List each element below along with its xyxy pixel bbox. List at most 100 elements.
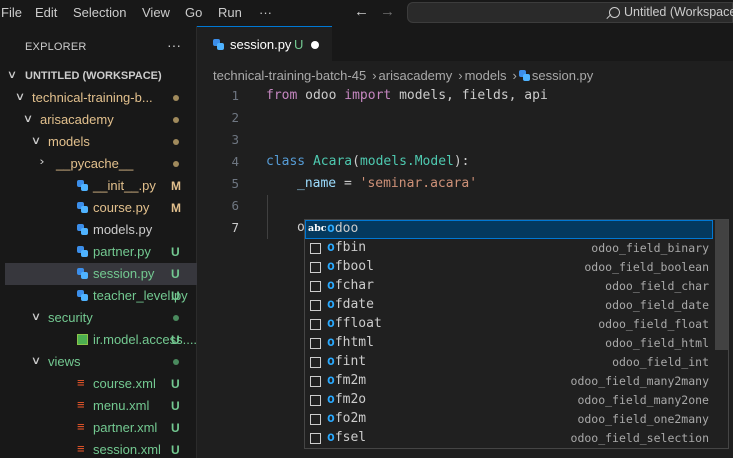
suggestion-item[interactable]: ofhtml odoo_field_html xyxy=(305,334,713,353)
explorer-sidebar: EXPLORER ··· ∨ UNTITLED (WORKSPACE) ∨ techn… xyxy=(0,26,197,458)
text-icon: abc xyxy=(308,223,327,234)
line-number: 4 xyxy=(231,154,239,169)
tree-item[interactable]: ≡ menu.xml U xyxy=(5,395,197,417)
python-icon xyxy=(77,224,88,235)
search-text: Untitled (Workspace) xyxy=(624,5,733,19)
forward-arrow-icon[interactable]: → xyxy=(380,3,395,20)
tree-item[interactable]: ≡ partner.xml U xyxy=(5,417,197,439)
snippet-icon xyxy=(310,395,321,406)
tree-item[interactable]: session.py U xyxy=(5,263,197,285)
tree-item-label: views xyxy=(48,354,81,369)
suggestion-item[interactable]: ofdate odoo_field_date xyxy=(305,296,713,315)
git-status-dot xyxy=(173,117,179,123)
chevron-down-icon: ∨ xyxy=(6,69,18,81)
tree-item[interactable]: ∨ arisacademy xyxy=(5,109,197,131)
more-actions-icon[interactable]: ··· xyxy=(167,37,181,53)
tree-item[interactable]: ∨ security xyxy=(5,307,197,329)
git-status-dot xyxy=(173,315,179,321)
scrollbar[interactable] xyxy=(715,220,728,350)
suggestion-detail: odoo_field_selection xyxy=(570,431,709,445)
chevron-down-icon: ∨ xyxy=(22,113,34,125)
menu-edit[interactable]: Edit xyxy=(35,5,57,20)
code-line: 3 xyxy=(197,129,733,151)
git-status-dot xyxy=(173,139,179,145)
suggestion-item[interactable]: ofchar odoo_field_char xyxy=(305,277,713,296)
breadcrumb-item[interactable]: models xyxy=(465,68,507,83)
menu-selection[interactable]: Selection xyxy=(73,5,126,20)
git-status-badge: U xyxy=(171,333,180,347)
tab-session-py[interactable]: session.py U xyxy=(197,26,332,61)
chevron-right-icon: › xyxy=(39,156,45,168)
tree-item[interactable]: teacher_level.py U xyxy=(5,285,197,307)
suggestion-label: ofbool xyxy=(327,259,374,274)
tree-item[interactable]: course.py M xyxy=(5,197,197,219)
git-status-badge: U xyxy=(171,377,180,391)
suggestion-item[interactable]: ofbool odoo_field_boolean xyxy=(305,258,713,277)
tree-item[interactable]: __init__.py M xyxy=(5,175,197,197)
tree-item-label: UNTITLED (WORKSPACE) xyxy=(25,70,162,82)
back-arrow-icon[interactable]: ← xyxy=(354,3,369,20)
xml-icon: ≡ xyxy=(77,419,85,434)
suggestion-item[interactable]: ofm2m odoo_field_many2many xyxy=(305,372,713,391)
tree-item[interactable]: ∨ views xyxy=(5,351,197,373)
snippet-icon xyxy=(310,281,321,292)
explorer-title: EXPLORER xyxy=(25,41,87,53)
tree-item-label: technical-training-b... xyxy=(32,90,153,105)
line-text: from odoo import models, fields, api xyxy=(266,88,548,103)
menu-more[interactable]: ··· xyxy=(259,5,272,20)
chevron-down-icon: ∨ xyxy=(30,135,42,147)
tree-item[interactable]: ∨ technical-training-b... xyxy=(5,87,197,109)
chevron-right-icon: › xyxy=(458,68,463,83)
suggestion-widget[interactable]: abc odoo ofbin odoo_field_binary ofbool odoo_… xyxy=(304,219,729,449)
breadcrumb-item[interactable]: session.py xyxy=(532,68,593,83)
suggestion-item[interactable]: ofbin odoo_field_binary xyxy=(305,239,713,258)
chevron-down-icon: ∨ xyxy=(30,355,42,367)
suggestion-detail: odoo_field_one2many xyxy=(577,412,709,426)
breadcrumb-item[interactable]: arisacademy xyxy=(379,68,453,83)
tree-item[interactable]: ir.model.access.... U xyxy=(5,329,197,351)
snippet-icon xyxy=(310,433,321,444)
xml-icon: ≡ xyxy=(77,375,85,390)
menu-go[interactable]: Go xyxy=(185,5,202,20)
suggestion-item[interactable]: abc odoo xyxy=(305,220,713,239)
tree-item[interactable]: models.py xyxy=(5,219,197,241)
title-bar: File Edit Selection View Go Run ··· ← → … xyxy=(0,0,733,26)
git-status-dot xyxy=(173,161,179,167)
tree-item-label: menu.xml xyxy=(93,398,150,413)
snippet-icon xyxy=(310,243,321,254)
suggestion-item[interactable]: ofsel odoo_field_selection xyxy=(305,429,713,448)
suggestion-detail: odoo_field_html xyxy=(605,336,709,350)
breadcrumb-item[interactable]: technical-training-batch-45 xyxy=(213,68,366,83)
command-center-search[interactable]: Untitled (Workspace) xyxy=(407,2,733,23)
menu-run[interactable]: Run xyxy=(218,5,242,20)
suggestion-detail: odoo_field_int xyxy=(612,355,709,369)
unsaved-dot-icon[interactable] xyxy=(311,41,319,49)
snippet-icon xyxy=(310,414,321,425)
tree-item[interactable]: ∨ models xyxy=(5,131,197,153)
tree-item[interactable]: ≡ course.xml U xyxy=(5,373,197,395)
suggestion-label: ofint xyxy=(327,354,367,369)
python-icon xyxy=(77,246,88,257)
suggestion-item[interactable]: offloat odoo_field_float xyxy=(305,315,713,334)
git-status-badge: U xyxy=(171,245,180,259)
suggestion-label: ofdate xyxy=(327,297,374,312)
git-status-badge: U xyxy=(171,289,180,303)
suggestion-item[interactable]: ofint odoo_field_int xyxy=(305,353,713,372)
suggestion-detail: odoo_field_many2one xyxy=(577,393,709,407)
tree-item[interactable]: partner.py U xyxy=(5,241,197,263)
suggestion-detail: odoo_field_float xyxy=(598,317,709,331)
snippet-icon xyxy=(310,300,321,311)
tree-item-label: __init__.py xyxy=(93,178,156,193)
chevron-down-icon: ∨ xyxy=(14,91,26,103)
tree-item[interactable]: ∨ UNTITLED (WORKSPACE) xyxy=(5,65,197,87)
snippet-icon xyxy=(310,376,321,387)
menu-view[interactable]: View xyxy=(142,5,170,20)
suggestion-item[interactable]: ofo2m odoo_field_one2many xyxy=(305,410,713,429)
menu-file[interactable]: File xyxy=(1,5,22,20)
tree-item-label: security xyxy=(48,310,93,325)
python-file-icon xyxy=(518,70,530,81)
tree-item[interactable]: › __pycache__ xyxy=(5,153,197,175)
tree-item[interactable]: ≡ session.xml U xyxy=(5,439,197,458)
git-status-badge: M xyxy=(171,179,181,193)
suggestion-item[interactable]: ofm2o odoo_field_many2one xyxy=(305,391,713,410)
